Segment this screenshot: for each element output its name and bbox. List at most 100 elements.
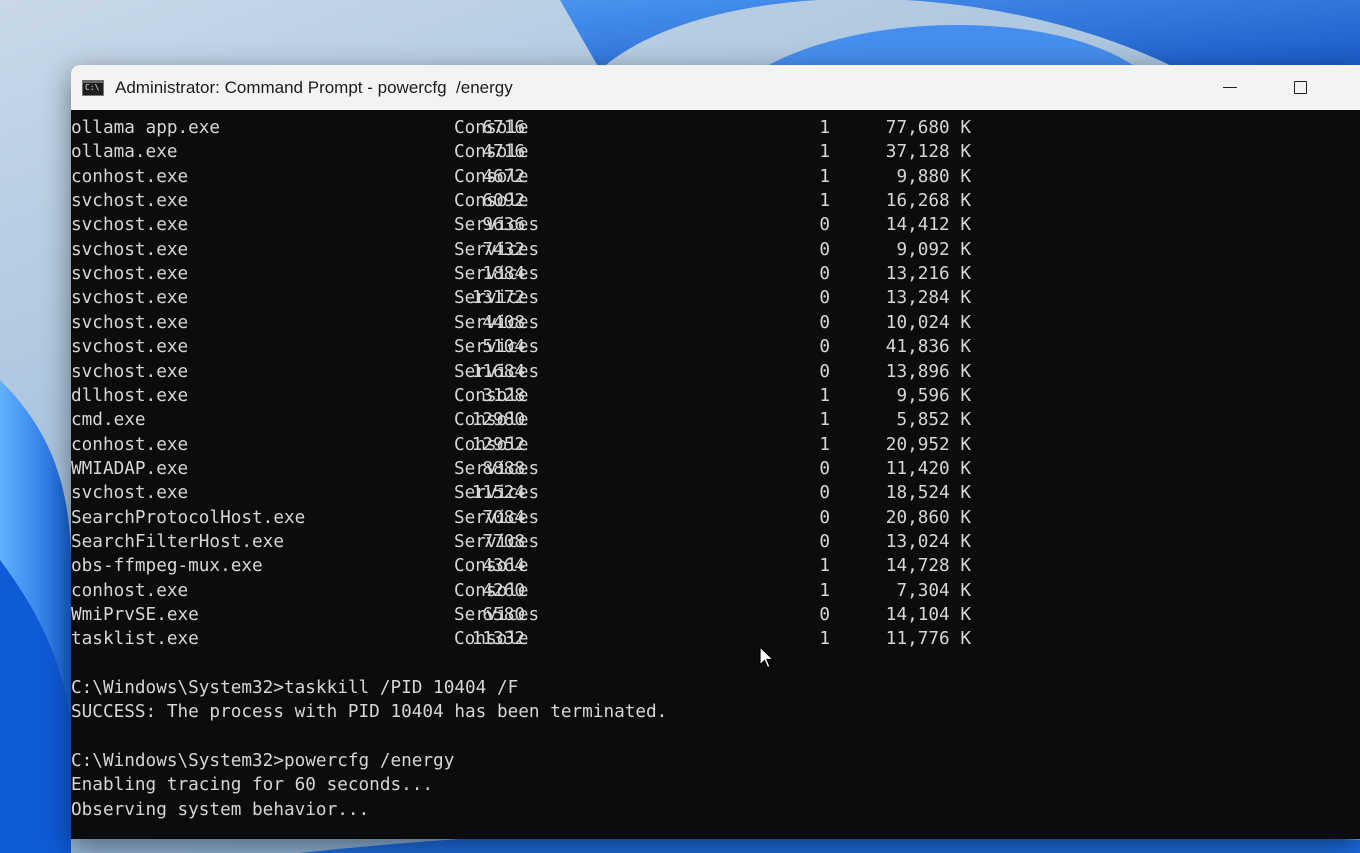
session-name: Console — [454, 434, 529, 455]
session-number: 1 — [819, 118, 830, 138]
table-row: conhost.exe 12952 Console 1 20,952 K — [71, 433, 971, 457]
console-line: Observing system behavior... — [71, 799, 370, 820]
table-row: svchost.exe 7432 Services 0 9,092 K — [71, 238, 971, 262]
session-name: Services — [454, 239, 540, 260]
process-name: cmd.exe — [71, 410, 146, 431]
session-name: Services — [454, 605, 540, 625]
minimize-icon — [1223, 86, 1237, 89]
session-number: 1 — [819, 385, 830, 406]
table-row: svchost.exe 1884 Services 0 13,216 K — [71, 262, 971, 286]
process-name: svchost.exe — [71, 483, 189, 504]
table-row: WMIADAP.exe 8888 Services 0 11,420 K — [71, 457, 971, 481]
session-number: 0 — [819, 264, 830, 285]
session-number: 1 — [819, 166, 830, 187]
session-number: 0 — [819, 239, 830, 260]
title-bar[interactable]: C:\ Administrator: Command Prompt - powe… — [71, 65, 1360, 110]
table-row: svchost.exe 4408 Services 0 10,024 K — [71, 311, 971, 335]
memory-usage: 11,420 K — [885, 458, 971, 479]
memory-usage: 20,860 K — [885, 507, 971, 528]
session-number: 1 — [819, 556, 830, 577]
session-number: 1 — [819, 580, 830, 601]
session-number: 1 — [819, 142, 830, 163]
session-name: Services — [454, 507, 540, 528]
process-name: SearchProtocolHost.exe — [71, 507, 306, 528]
process-name: svchost.exe — [71, 264, 189, 285]
session-number: 0 — [819, 215, 830, 236]
process-name: WmiPrvSE.exe — [71, 605, 199, 625]
session-name: Console — [454, 629, 529, 650]
session-name: Services — [454, 531, 540, 552]
table-row: SearchProtocolHost.exe 7084 Services 0 20,86… — [71, 506, 971, 530]
session-name: Console — [454, 142, 529, 163]
table-row: svchost.exe 6092 Console 1 16,268 K — [71, 189, 971, 213]
table-row: svchost.exe 5104 Services 0 41,836 K — [71, 335, 971, 359]
memory-usage: 20,952 K — [885, 434, 971, 455]
session-number: 0 — [819, 337, 830, 358]
memory-usage: 5,852 K — [896, 410, 971, 431]
session-number: 1 — [819, 434, 830, 455]
process-name: svchost.exe — [71, 337, 189, 358]
console-output[interactable]: ollama app.exe 6716 Console 1 77,680 Kollama… — [71, 110, 1360, 839]
session-name: Console — [454, 580, 529, 601]
table-row: conhost.exe 4672 Console 1 9,880 K — [71, 165, 971, 189]
process-name: svchost.exe — [71, 312, 189, 333]
memory-usage: 13,896 K — [885, 361, 971, 382]
session-number: 1 — [819, 410, 830, 431]
table-row: svchost.exe 9636 Services 0 14,412 K — [71, 213, 971, 237]
process-name: ollama app.exe — [71, 118, 221, 138]
memory-usage: 7,304 K — [896, 580, 971, 601]
session-number: 0 — [819, 531, 830, 552]
session-number: 0 — [819, 483, 830, 504]
session-number: 0 — [819, 361, 830, 382]
process-name: conhost.exe — [71, 166, 189, 187]
session-name: Services — [454, 264, 540, 285]
session-number: 0 — [819, 312, 830, 333]
session-name: Services — [454, 361, 540, 382]
session-number: 0 — [819, 605, 830, 625]
cmd-icon: C:\ — [82, 79, 104, 96]
minimize-button[interactable] — [1195, 65, 1265, 110]
process-name: svchost.exe — [71, 239, 189, 260]
table-row: svchost.exe 13172 Services 0 13,284 K — [71, 286, 971, 310]
memory-usage: 9,880 K — [896, 166, 971, 187]
memory-usage: 9,092 K — [896, 239, 971, 260]
table-row: cmd.exe 12980 Console 1 5,852 K — [71, 408, 971, 432]
table-row: obs-ffmpeg-mux.exe 4364 Console 1 14,728 K — [71, 554, 971, 578]
memory-usage: 9,596 K — [896, 385, 971, 406]
process-name: ollama.exe — [71, 142, 178, 163]
command-prompt-window[interactable]: C:\ Administrator: Command Prompt - powe… — [71, 65, 1360, 839]
maximize-icon — [1293, 81, 1307, 94]
process-name: dllhost.exe — [71, 385, 189, 406]
maximize-button[interactable] — [1265, 65, 1335, 110]
session-name: Console — [454, 385, 529, 406]
session-name: Console — [454, 556, 529, 577]
memory-usage: 10,024 K — [885, 312, 971, 333]
table-row: svchost.exe 11684 Services 0 13,896 K — [71, 360, 971, 384]
memory-usage: 14,728 K — [885, 556, 971, 577]
memory-usage: 13,284 K — [885, 288, 971, 309]
table-row: ollama app.exe 6716 Console 1 77,680 K — [71, 116, 971, 140]
session-number: 1 — [819, 191, 830, 212]
memory-usage: 13,216 K — [885, 264, 971, 285]
mouse-cursor-icon — [759, 646, 775, 669]
table-row: WmiPrvSE.exe 6580 Services 0 14,104 K — [71, 603, 971, 627]
table-row: tasklist.exe 11332 Console 1 11,776 K — [71, 627, 971, 651]
process-name: obs-ffmpeg-mux.exe — [71, 556, 263, 577]
console-line: Enabling tracing for 60 seconds... — [71, 775, 434, 796]
process-name: svchost.exe — [71, 215, 189, 236]
process-name: conhost.exe — [71, 434, 189, 455]
table-row: conhost.exe 4260 Console 1 7,304 K — [71, 579, 971, 603]
console-line: C:\Windows\System32>taskkill /PID 10404 … — [71, 678, 519, 699]
session-name: Console — [454, 410, 529, 431]
process-name: svchost.exe — [71, 191, 189, 212]
table-row: ollama.exe 4716 Console 1 37,128 K — [71, 140, 971, 164]
console-line: C:\Windows\System32>powercfg /energy — [71, 751, 455, 772]
memory-usage: 11,776 K — [885, 629, 971, 650]
process-name: svchost.exe — [71, 288, 189, 309]
memory-usage: 37,128 K — [885, 142, 971, 163]
process-name: WMIADAP.exe — [71, 458, 189, 479]
session-name: Console — [454, 166, 529, 187]
session-number: 0 — [819, 507, 830, 528]
window-title: Administrator: Command Prompt - powercfg… — [115, 77, 513, 97]
session-number: 0 — [819, 288, 830, 309]
